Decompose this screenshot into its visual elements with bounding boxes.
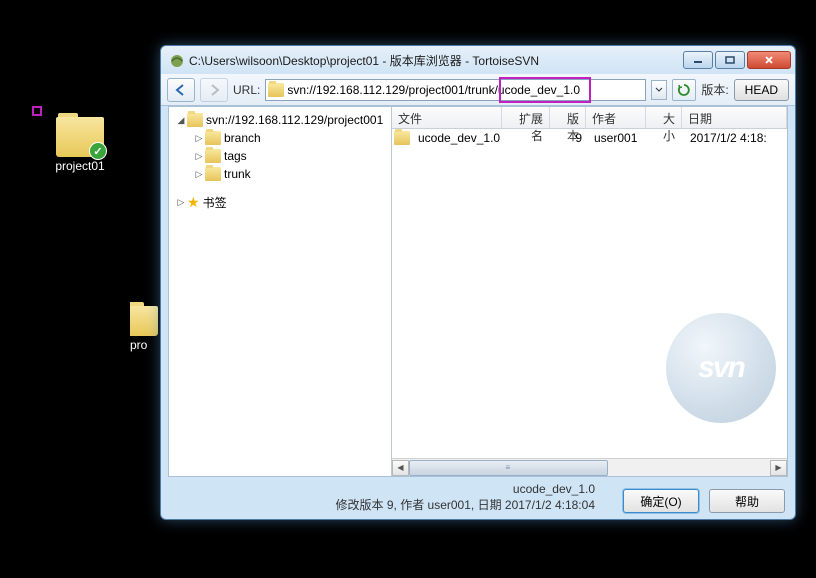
- scroll-thumb[interactable]: ≡: [409, 460, 608, 476]
- arrow-left-icon: [174, 84, 188, 96]
- expand-icon[interactable]: ▷: [193, 151, 205, 162]
- svn-watermark-icon: svn: [661, 308, 781, 428]
- titlebar[interactable]: C:\Users\wilsoon\Desktop\project01 - 版本库…: [161, 46, 795, 74]
- scroll-track[interactable]: ≡: [409, 460, 770, 476]
- url-highlight-box: [499, 77, 591, 103]
- minimize-button[interactable]: [683, 51, 713, 69]
- expand-icon[interactable]: ▷: [193, 169, 205, 180]
- tortoisesvn-icon: [169, 52, 185, 68]
- cell-name: ucode_dev_1.0: [412, 131, 504, 145]
- cell-author: user001: [588, 131, 648, 145]
- folder-icon: [394, 131, 410, 145]
- folder-icon: [205, 149, 221, 163]
- nav-back-button[interactable]: [167, 78, 195, 102]
- desktop-icon-label: pro: [130, 338, 160, 352]
- desktop-icon-highlight: ✓ project01: [32, 106, 42, 116]
- repo-browser-window: C:\Users\wilsoon\Desktop\project01 - 版本库…: [160, 45, 796, 520]
- url-input[interactable]: svn://192.168.112.129/project001/trunk/u…: [265, 79, 646, 101]
- desktop-folder-project01[interactable]: ✓ project01: [37, 111, 123, 173]
- arrow-right-icon: [207, 84, 221, 96]
- nav-forward-button[interactable]: [200, 78, 228, 102]
- window-title: C:\Users\wilsoon\Desktop\project01 - 版本库…: [185, 52, 683, 69]
- col-author[interactable]: 作者: [586, 107, 646, 128]
- tree-item-trunk[interactable]: ▷ trunk: [171, 165, 389, 183]
- tree-pane: ◢ svn://192.168.112.129/project001 ▷ bra…: [169, 107, 392, 476]
- scroll-left-button[interactable]: ◀: [392, 460, 409, 476]
- folder-icon: [187, 113, 203, 127]
- file-row[interactable]: ucode_dev_1.0 9 user001 2017/1/2 4:18:: [392, 129, 787, 147]
- close-button[interactable]: [747, 51, 791, 69]
- file-pane: 文件 扩展名 版本 作者 大小 日期 ucode_dev_1.0 9 user0…: [392, 107, 787, 476]
- expand-icon[interactable]: ▷: [193, 133, 205, 144]
- chevron-down-icon: [655, 87, 663, 93]
- cell-rev: 9: [552, 131, 588, 145]
- col-file[interactable]: 文件: [392, 107, 502, 128]
- expand-icon[interactable]: ▷: [175, 197, 187, 208]
- version-label: 版本:: [701, 81, 728, 98]
- col-date[interactable]: 日期: [682, 107, 787, 128]
- revision-button[interactable]: HEAD: [734, 79, 789, 101]
- maximize-button[interactable]: [715, 51, 745, 69]
- svn-ok-badge-icon: ✓: [89, 142, 107, 160]
- help-button[interactable]: 帮助: [709, 489, 785, 513]
- toolbar: URL: svn://192.168.112.129/project001/tr…: [161, 74, 795, 106]
- col-rev[interactable]: 版本: [550, 107, 586, 128]
- col-size[interactable]: 大小: [646, 107, 682, 128]
- status-text: ucode_dev_1.0 修改版本 9, 作者 user001, 日期 201…: [171, 481, 613, 513]
- url-dropdown-button[interactable]: [651, 80, 667, 100]
- folder-icon: [205, 131, 221, 145]
- cell-date: 2017/1/2 4:18:: [684, 131, 787, 145]
- tree-bookmarks[interactable]: ▷ ★ 书签: [171, 193, 389, 211]
- desktop-folder-partial[interactable]: pro: [130, 300, 160, 352]
- statusbar: ucode_dev_1.0 修改版本 9, 作者 user001, 日期 201…: [161, 477, 795, 519]
- tree-root[interactable]: ◢ svn://192.168.112.129/project001: [171, 111, 389, 129]
- refresh-button[interactable]: [672, 79, 696, 101]
- ok-button[interactable]: 确定(O): [623, 489, 699, 513]
- tree-item-label: trunk: [224, 167, 251, 181]
- folder-icon: [268, 83, 284, 97]
- tree-item-label: branch: [224, 131, 261, 145]
- horizontal-scrollbar[interactable]: ◀ ≡ ▶: [392, 458, 787, 476]
- url-label: URL:: [233, 83, 260, 97]
- tree-item-tags[interactable]: ▷ tags: [171, 147, 389, 165]
- column-headers: 文件 扩展名 版本 作者 大小 日期: [392, 107, 787, 129]
- scroll-right-button[interactable]: ▶: [770, 460, 787, 476]
- tree-root-label: svn://192.168.112.129/project001: [206, 113, 383, 127]
- refresh-icon: [677, 83, 691, 97]
- folder-icon: [205, 167, 221, 181]
- desktop-icon-label: project01: [37, 159, 123, 173]
- col-ext[interactable]: 扩展名: [502, 107, 550, 128]
- star-icon: ★: [187, 194, 200, 211]
- tree-item-label: tags: [224, 149, 247, 163]
- collapse-icon[interactable]: ◢: [175, 115, 187, 126]
- tree-bookmarks-label: 书签: [203, 194, 227, 211]
- tree-item-branch[interactable]: ▷ branch: [171, 129, 389, 147]
